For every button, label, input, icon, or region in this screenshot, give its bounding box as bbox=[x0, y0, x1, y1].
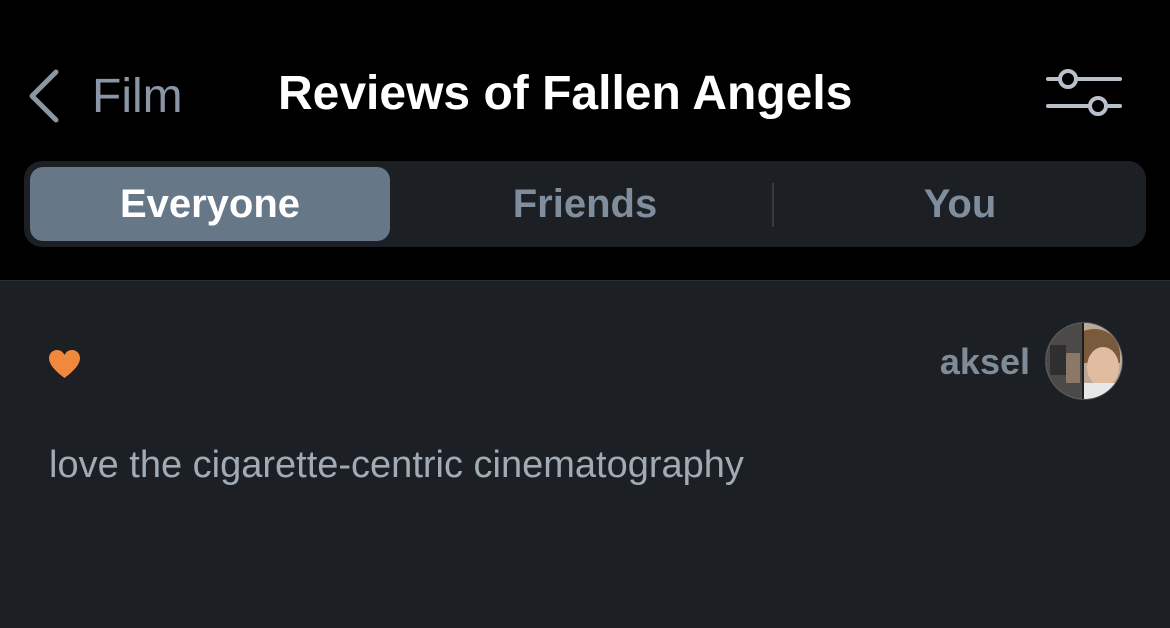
filter-button[interactable] bbox=[1044, 68, 1124, 122]
review-text: love the cigarette-centric cinematograph… bbox=[49, 444, 744, 486]
page-title: Reviews of Fallen Angels bbox=[278, 67, 853, 120]
tab-everyone[interactable]: Everyone bbox=[30, 167, 390, 241]
sliders-icon bbox=[1046, 69, 1122, 116]
avatar-image bbox=[1046, 323, 1122, 399]
top-nav-bar: Film Reviews of Fallen Angels Everyone F… bbox=[0, 0, 1170, 280]
review-username[interactable]: aksel bbox=[940, 341, 1030, 383]
back-label: Film bbox=[92, 69, 183, 123]
heart-icon bbox=[49, 350, 80, 378]
audience-segmented-control: Everyone Friends You bbox=[24, 161, 1146, 247]
tab-friends[interactable]: Friends bbox=[398, 167, 772, 241]
tab-you[interactable]: You bbox=[774, 167, 1146, 241]
avatar[interactable] bbox=[1046, 323, 1122, 399]
chevron-left-icon bbox=[29, 69, 59, 123]
back-button[interactable]: Film bbox=[24, 62, 183, 130]
